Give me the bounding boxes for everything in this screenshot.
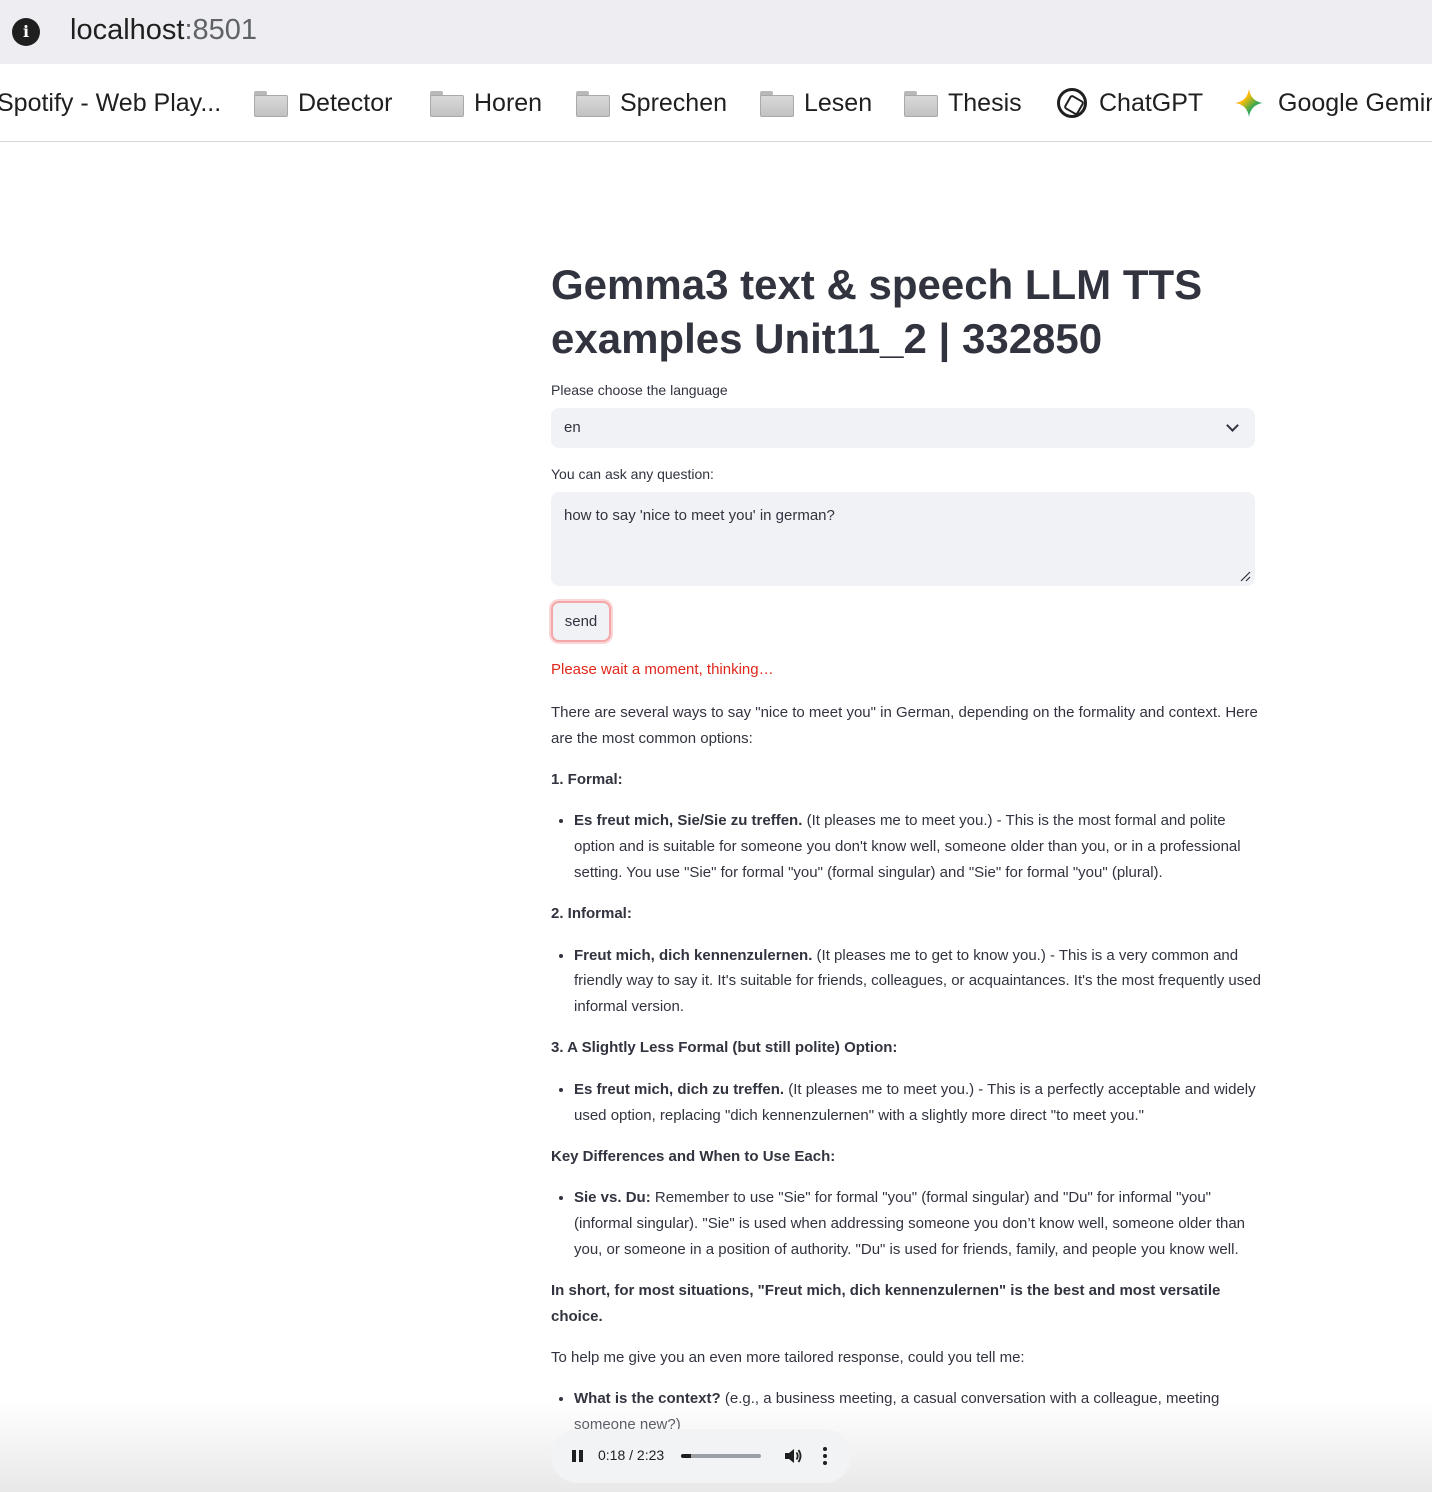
list-item: Freut mich, dich kennenzulernen. (It ple… [574,943,1261,1020]
list-item: Es freut mich, Sie/Sie zu treffen. (It p… [574,808,1261,885]
bookmarks-bar: Spotify - Web Play... Detector Horen Spr… [0,64,1432,142]
question-input-value: how to say 'nice to meet you' in german? [564,507,835,524]
chevron-down-icon [1226,419,1239,432]
volume-icon[interactable] [783,1447,803,1465]
section-heading: 3. A Slightly Less Formal (but still pol… [551,1039,898,1057]
send-button[interactable]: send [551,601,611,642]
bookmark-gemini[interactable]: Google Gemini [1234,86,1432,120]
folder-icon [430,91,464,117]
folder-icon [254,91,288,117]
section-heading: 2. Informal: [551,905,632,923]
site-info-icon[interactable]: i [12,18,40,46]
audio-time: 0:18 / 2:23 [598,1447,665,1463]
folder-icon [904,91,938,117]
folder-icon [576,91,610,117]
bookmark-chatgpt[interactable]: ChatGPT [1057,86,1203,120]
answer-followup: To help me give you an even more tailore… [551,1349,1025,1367]
answer-text: There are several ways to say "nice to m… [551,700,1261,1454]
question-input[interactable]: how to say 'nice to meet you' in german? [551,492,1255,586]
bookmark-label: Sprechen [620,88,728,117]
bookmark-detector[interactable]: Detector [254,86,392,120]
url-text[interactable]: localhost:8501 [70,14,257,47]
answer-summary: In short, for most situations, "Freut mi… [551,1282,1221,1325]
bookmark-lesen[interactable]: Lesen [760,86,872,120]
bookmark-label: Detector [298,88,393,117]
audio-progress-fill [681,1454,692,1458]
bookmark-label: Google Gemini [1278,88,1432,117]
audio-player[interactable]: 0:18 / 2:23 [551,1429,851,1483]
folder-icon [760,91,794,117]
answer-intro: There are several ways to say "nice to m… [551,704,1258,747]
section-heading: Key Differences and When to Use Each: [551,1147,836,1165]
bookmark-spotify[interactable]: Spotify - Web Play... [0,86,221,120]
question-label: You can ask any question: [551,466,714,482]
bookmark-label: Spotify - Web Play... [0,88,222,117]
bookmark-label: Thesis [948,88,1022,117]
chatgpt-icon [1057,88,1087,118]
pause-icon[interactable] [572,1450,583,1462]
bookmark-horen[interactable]: Horen [430,86,542,120]
language-select-value: en [564,419,581,436]
list-item: Es freut mich, dich zu treffen. (It plea… [574,1077,1261,1129]
bookmark-label: ChatGPT [1099,88,1204,117]
bookmark-label: Horen [474,88,543,117]
section-heading: 1. Formal: [551,771,623,789]
audio-progress-slider[interactable] [681,1454,761,1458]
resize-handle-icon[interactable] [1239,570,1251,582]
bookmark-label: Lesen [804,88,873,117]
bookmark-thesis[interactable]: Thesis [904,86,1022,120]
page-title: Gemma3 text & speech LLM TTS examples Un… [551,261,1203,362]
list-item: Sie vs. Du: Remember to use "Sie" for fo… [574,1185,1261,1262]
more-options-icon[interactable] [823,1447,827,1465]
language-select[interactable]: en [551,408,1255,448]
address-bar[interactable]: i localhost:8501 [0,0,1432,64]
language-label: Please choose the language [551,382,728,398]
status-message: Please wait a moment, thinking… [551,661,774,678]
bookmark-sprechen[interactable]: Sprechen [576,86,727,120]
gemini-icon [1235,89,1263,117]
